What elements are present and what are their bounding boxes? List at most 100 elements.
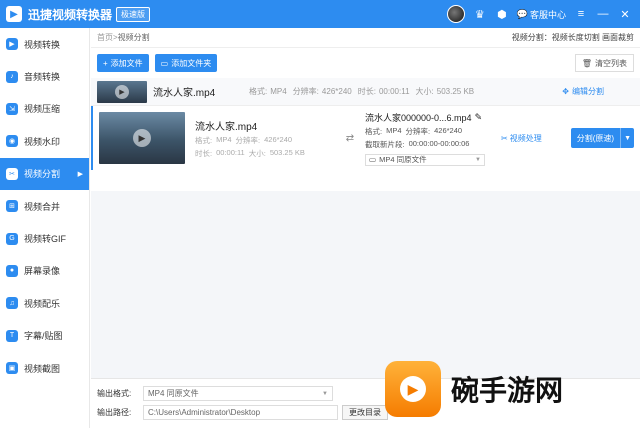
sidebar-item-audio-convert[interactable]: ♪ 音频转换	[0, 60, 89, 92]
play-icon[interactable]: ▶	[115, 84, 129, 99]
sidebar-item-subtitle[interactable]: T 字幕/贴图	[0, 320, 89, 352]
resolution-value: 426*240	[321, 87, 352, 96]
out-resolution-value: 426*240	[434, 125, 463, 135]
output-path-field[interactable]: C:\Users\Administrator\Desktop	[143, 405, 338, 420]
split-button[interactable]: 分割(原速)	[570, 128, 621, 148]
format-value: MP4	[270, 87, 287, 96]
video-thumbnail: ▶	[99, 112, 185, 164]
resolution-label: 分辨率:	[292, 87, 319, 96]
video-music-icon: ♫	[6, 297, 18, 310]
sidebar: ▶ 视频转换 ♪ 音频转换 ⇲ 视频压缩 ◉ 视频水印 ✂ 视频分割 ▶ ⊞ 视频合并 G 视频…	[0, 28, 90, 428]
clip-label: 截取新片段:	[365, 139, 405, 149]
duration-value: 00:00:11	[216, 147, 245, 157]
customer-service-button[interactable]: 💬 客服中心	[517, 8, 566, 21]
sidebar-item-screen-record[interactable]: ● 屏幕录像	[0, 255, 89, 287]
sidebar-item-video-screenshot[interactable]: ▣ 视频截图	[0, 352, 89, 384]
shield-icon[interactable]: ⬢	[495, 7, 509, 21]
video-convert-icon: ▶	[6, 38, 18, 51]
output-path-label: 输出路径:	[97, 408, 132, 417]
breadcrumb: 首页 > 视频分割 视频分割：视频长度切割 画面裁剪	[91, 28, 640, 48]
site-watermark: ▶ 碗手游网	[385, 350, 640, 428]
chevron-right-icon: ▶	[77, 170, 83, 178]
video-format-icon: ▭	[369, 155, 377, 164]
out-format-label: 格式:	[365, 126, 383, 136]
split-dropdown-icon[interactable]: ▼	[620, 128, 634, 148]
pencil-icon[interactable]: ✎	[475, 112, 483, 123]
sidebar-item-video-convert[interactable]: ▶ 视频转换	[0, 28, 89, 60]
close-icon[interactable]: ✕	[618, 7, 632, 21]
sidebar-item-video-watermark[interactable]: ◉ 视频水印	[0, 125, 89, 157]
split-edit-icon: ✥	[562, 87, 569, 96]
output-info: 流水人家000000-0...6.mp4 ✎ 格式: MP4 分辨率: 426*…	[365, 111, 495, 166]
title-bar: ▶ 迅捷视频转换器 极速版 ♛ ⬢ 💬 客服中心 ≡ — ✕	[0, 0, 640, 28]
video-compress-icon: ⇲	[6, 102, 18, 115]
edition-badge: 极速版	[116, 6, 151, 22]
video-merge-icon: ⊞	[6, 200, 18, 213]
size-value: 503.25 KB	[269, 147, 305, 157]
out-resolution-label: 分辨率:	[405, 126, 431, 136]
clear-list-button[interactable]: 🗑 清空列表	[574, 54, 634, 72]
breadcrumb-home[interactable]: 首页	[97, 32, 113, 43]
trash-icon: 🗑	[581, 58, 592, 68]
format-label: 格式:	[195, 135, 213, 145]
video-watermark-icon: ◉	[6, 135, 18, 148]
scissors-icon: ✂	[501, 133, 508, 143]
chat-icon: 💬	[516, 8, 528, 19]
output-format-dropdown[interactable]: MP4 同原文件 ▼	[143, 386, 333, 401]
watermark-logo-icon: ▶	[385, 361, 441, 417]
minimize-icon[interactable]: —	[596, 7, 610, 21]
duration-label: 时长:	[195, 148, 213, 158]
play-icon[interactable]: ▶	[133, 129, 151, 147]
add-file-button[interactable]: + 添加文件	[97, 54, 149, 72]
video-split-icon: ✂	[6, 167, 18, 180]
format-label: 格式:	[249, 87, 268, 96]
out-format-value: MP4	[386, 125, 402, 135]
vip-icon[interactable]: ♛	[473, 7, 487, 21]
size-label: 大小:	[248, 148, 266, 158]
watermark-text: 碗手游网	[451, 374, 564, 407]
shuffle-icon: ⇄	[345, 132, 355, 144]
add-folder-button[interactable]: ▭ 添加文件夹	[154, 54, 218, 72]
edit-split-link[interactable]: ✥ 编辑分割	[562, 86, 604, 97]
feature-description: 视频分割：视频长度切割 画面裁剪	[511, 33, 634, 42]
video-screenshot-icon: ▣	[6, 362, 18, 375]
chevron-down-icon: ▼	[322, 390, 328, 397]
list-item-expanded[interactable]: ▶ 流水人家.mp4 格式: MP4 分辨率: 426*240 时长: 00:0…	[91, 106, 640, 170]
watermark-play-icon: ▶	[400, 376, 426, 402]
size-label: 大小:	[415, 87, 434, 96]
file-list: ▶ 流水人家.mp4 格式: MP4 分辨率: 426*240 时长: 00:0…	[91, 78, 640, 191]
source-file-name: 流水人家.mp4	[195, 121, 258, 133]
toolbar: + 添加文件 ▭ 添加文件夹 🗑 清空列表	[91, 48, 640, 78]
split-button-group: 分割(原速) ▼	[570, 128, 634, 148]
output-file-name: 流水人家000000-0...6.mp4 ✎	[365, 111, 483, 123]
breadcrumb-current: 视频分割	[117, 33, 150, 42]
duration-value: 00:00:11	[378, 87, 410, 96]
output-format-select[interactable]: ▭ MP4 同原文件 ▼	[365, 153, 485, 166]
chevron-down-icon: ▼	[475, 156, 481, 163]
format-value: MP4	[216, 134, 232, 144]
change-directory-button[interactable]: 更改目录	[342, 405, 388, 420]
sidebar-item-video-gif[interactable]: G 视频转GIF	[0, 222, 89, 254]
subtitle-icon: T	[6, 329, 18, 342]
clip-range: 00:00:00-00:00:06	[408, 138, 470, 148]
audio-convert-icon: ♪	[6, 70, 18, 83]
app-logo-icon: ▶	[6, 6, 22, 22]
video-gif-icon: G	[6, 232, 18, 245]
sidebar-item-video-compress[interactable]: ⇲ 视频压缩	[0, 93, 89, 125]
app-title: 迅捷视频转换器	[28, 7, 113, 22]
source-info: 流水人家.mp4 格式: MP4 分辨率: 426*240 时长: 00:00:…	[195, 118, 335, 159]
plus-icon: +	[103, 58, 108, 68]
list-item[interactable]: ▶ 流水人家.mp4 格式: MP4 分辨率: 426*240 时长: 00:0…	[91, 78, 640, 106]
sidebar-item-video-music[interactable]: ♫ 视频配乐	[0, 287, 89, 319]
customer-service-label: 客服中心	[529, 9, 566, 20]
screen-record-icon: ●	[6, 264, 18, 277]
user-avatar[interactable]	[446, 5, 465, 23]
video-process-link[interactable]: ✂ 视频处理	[501, 133, 542, 144]
sidebar-item-video-merge[interactable]: ⊞ 视频合并	[0, 190, 89, 222]
output-format-label: 输出格式:	[97, 389, 132, 398]
menu-icon[interactable]: ≡	[574, 7, 588, 21]
folder-icon: ▭	[160, 58, 169, 68]
duration-label: 时长:	[357, 87, 376, 96]
resolution-value: 426*240	[264, 134, 293, 144]
sidebar-item-video-split[interactable]: ✂ 视频分割 ▶	[0, 157, 89, 190]
